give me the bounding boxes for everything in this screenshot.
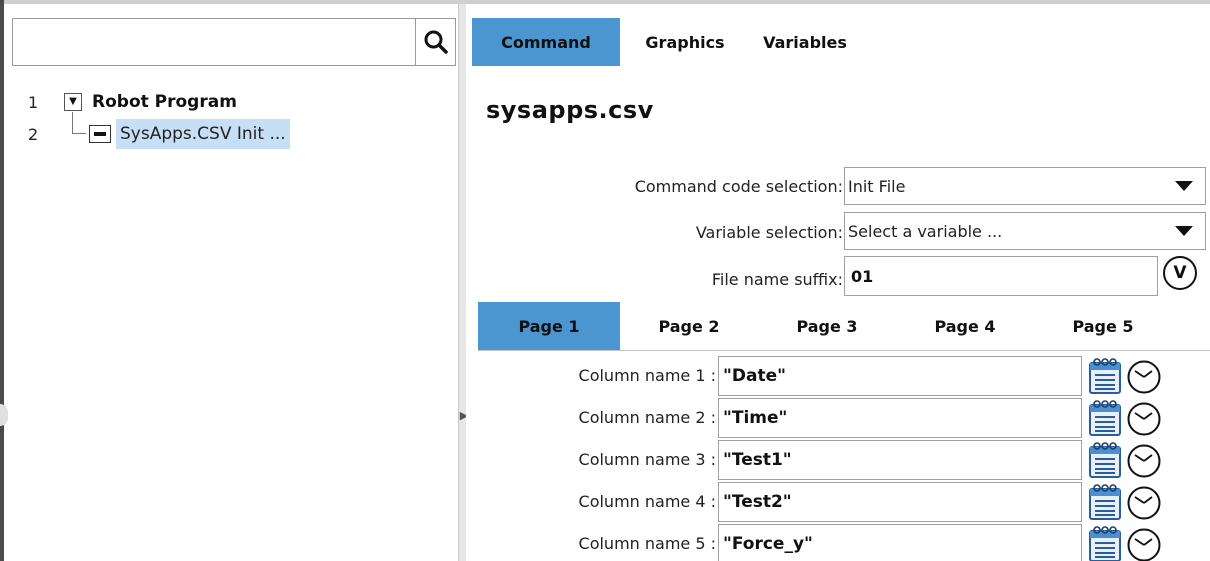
calendar-icon[interactable] [1088,483,1122,521]
tab-page-2[interactable]: Page 2 [620,302,758,350]
calendar-icon[interactable] [1088,525,1122,561]
node-editor-panel: Command Graphics Variables sysapps.csv C… [466,4,1210,561]
command-code-value: Init File [848,176,906,196]
expand-toggle-icon[interactable]: ▼ [64,93,82,111]
clock-icon[interactable] [1126,527,1162,561]
clock-icon[interactable] [1126,485,1162,521]
clock-icon[interactable] [1126,401,1162,437]
tab-page-5[interactable]: Page 5 [1034,302,1172,350]
file-suffix-label: File name suffix: [711,270,843,289]
node-collapse-icon[interactable] [89,125,111,143]
column-name-label: Column name 1 : [578,366,716,385]
tab-command[interactable]: Command [472,18,620,66]
tree-row-sysapps-init[interactable]: 2 SysApps.CSV Init ... [4,112,458,150]
tree-search-input[interactable] [13,19,415,65]
panel-splitter[interactable] [458,4,466,561]
variable-toggle-button[interactable]: V [1163,256,1197,290]
variable-select-value: Select a variable ... [848,221,1003,241]
column-name-input[interactable]: "Date" [718,356,1082,396]
tab-graphics[interactable]: Graphics [620,18,750,66]
column-row-5: Column name 5 : "Force_y" [466,523,1210,561]
column-name-label: Column name 4 : [578,492,716,511]
column-name-input[interactable]: "Test2" [718,482,1082,522]
program-tree: 1 ▼ Robot Program 2 SysApps.CSV Init ... [4,86,458,150]
clock-icon[interactable] [1126,443,1162,479]
program-tree-panel: 1 ▼ Robot Program 2 SysApps.CSV Init ... [4,4,458,561]
calendar-icon[interactable] [1088,399,1122,437]
page-title: sysapps.csv [486,96,654,124]
calendar-icon[interactable] [1088,357,1122,395]
column-name-input[interactable]: "Test1" [718,440,1082,480]
variable-selection-label: Variable selection: [695,223,843,242]
tab-variables[interactable]: Variables [750,18,860,66]
column-name-input[interactable]: "Time" [718,398,1082,438]
page-tab-bar: Page 1 Page 2 Page 3 Page 4 Page 5 [478,302,1172,350]
calendar-icon[interactable] [1088,441,1122,479]
command-code-select[interactable]: Init File [844,167,1206,205]
column-name-label: Column name 5 : [578,534,716,553]
command-code-label: Command code selection: [634,177,843,196]
line-number: 2 [28,124,39,144]
column-name-label: Column name 3 : [578,450,716,469]
tree-node-label-selected[interactable]: SysApps.CSV Init ... [116,119,290,149]
search-icon [424,30,448,54]
column-row-4: Column name 4 : "Test2" [466,481,1210,523]
tree-node-label: Robot Program [92,92,237,112]
search-button[interactable] [415,19,455,65]
variable-select[interactable]: Select a variable ... [844,212,1206,250]
column-row-3: Column name 3 : "Test1" [466,439,1210,481]
clock-icon[interactable] [1126,359,1162,395]
tab-page-3[interactable]: Page 3 [758,302,896,350]
tab-page-4[interactable]: Page 4 [896,302,1034,350]
tree-search-box [12,18,456,66]
tree-connector-line [72,112,86,134]
dropdown-arrow-icon [1175,226,1193,236]
line-number: 1 [28,92,39,112]
column-name-input[interactable]: "Force_y" [718,524,1082,561]
page-tabs-divider [478,350,1210,351]
file-suffix-input[interactable]: 01 [844,256,1158,296]
main-tab-bar: Command Graphics Variables [466,18,860,66]
column-row-2: Column name 2 : "Time" [466,397,1210,439]
tab-page-1[interactable]: Page 1 [478,302,620,350]
dropdown-arrow-icon [1175,181,1193,191]
column-row-1: Column name 1 : "Date" [466,355,1210,397]
column-name-label: Column name 2 : [578,408,716,427]
